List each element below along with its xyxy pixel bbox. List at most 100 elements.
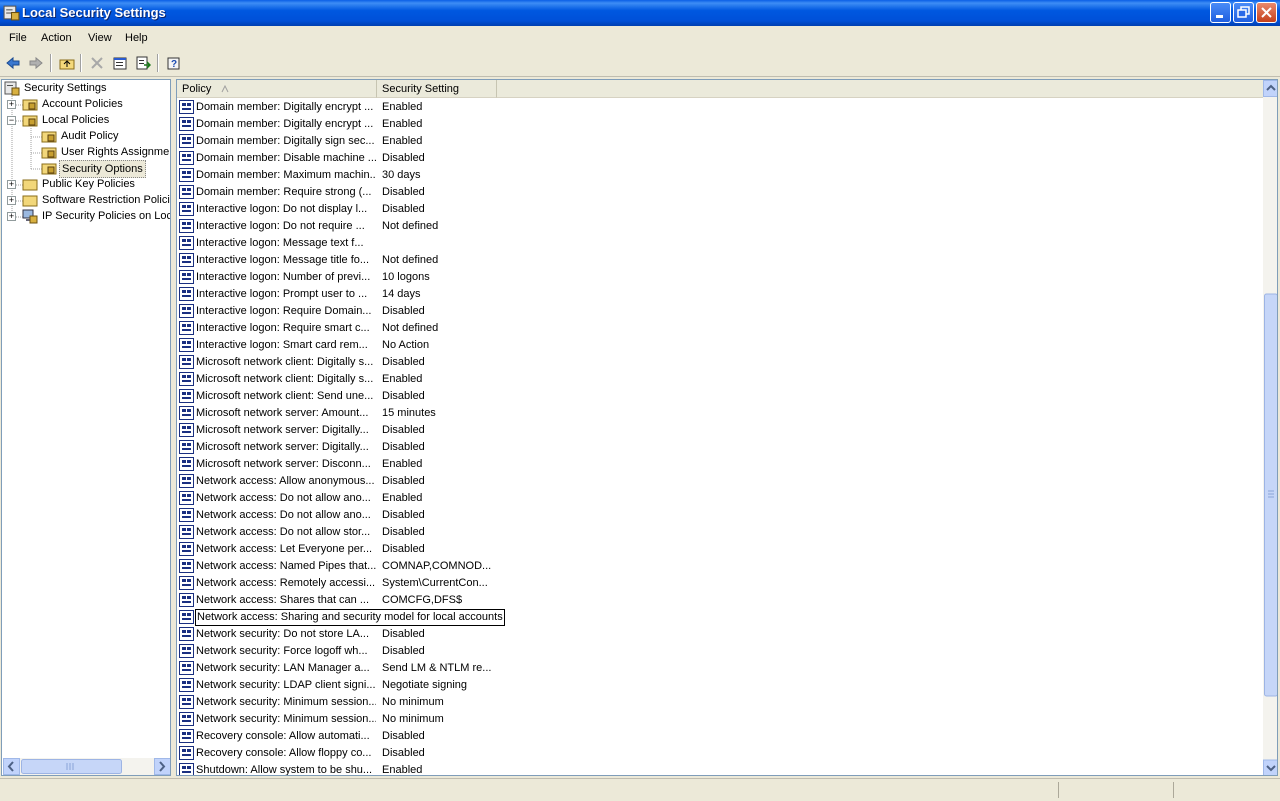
policy-name: Microsoft network client: Send une...	[196, 390, 374, 402]
security-setting-value: Enabled	[382, 764, 423, 776]
policy-row[interactable]: Interactive logon: Do not require ... Not…	[177, 218, 1262, 235]
policy-row[interactable]: Network access: Do not allow ano... Enabl…	[177, 490, 1262, 507]
policy-row[interactable]: Network access: Do not allow ano... Disab…	[177, 507, 1262, 524]
restore-button[interactable]	[1233, 2, 1254, 23]
policy-name: Network security: Do not store LA...	[196, 628, 370, 640]
window-title: Local Security Settings	[22, 5, 166, 20]
policy-row[interactable]: Network security: LAN Manager a... Send L…	[177, 660, 1262, 677]
policy-row[interactable]: Domain member: Disable machine ... Disabl…	[177, 150, 1262, 167]
policy-icon	[179, 559, 195, 574]
policy-icon	[179, 542, 195, 557]
close-button[interactable]	[1256, 2, 1277, 23]
security-setting-value: Disabled	[382, 747, 425, 759]
policy-name: Microsoft network server: Disconn...	[196, 458, 371, 470]
policy-row[interactable]: Network access: Sharing and security mod…	[177, 609, 1262, 626]
policy-row[interactable]: Network security: LDAP client signi... Ne…	[177, 677, 1262, 694]
menu-help[interactable]: Help	[125, 32, 148, 44]
security-settings-icon	[3, 5, 20, 21]
export-list-button[interactable]	[133, 53, 153, 73]
policy-row[interactable]: Network security: Minimum session... No m…	[177, 694, 1262, 711]
security-setting-value: Enabled	[382, 458, 423, 470]
policy-row[interactable]: Microsoft network client: Digitally s...…	[177, 371, 1262, 388]
policy-name: Interactive logon: Require Domain...	[196, 305, 372, 317]
menu-action[interactable]: Action	[41, 32, 72, 44]
policy-row[interactable]: Domain member: Digitally encrypt ... Enab…	[177, 116, 1262, 133]
menu-view[interactable]: View	[88, 32, 112, 44]
up-one-level-button[interactable]	[57, 53, 77, 73]
security-setting-value: Not defined	[382, 322, 439, 334]
policy-row[interactable]: Network access: Let Everyone per... Disab…	[177, 541, 1262, 558]
policy-row[interactable]: Recovery console: Allow floppy co... Disa…	[177, 745, 1262, 762]
expand-account-policies[interactable]: +	[7, 100, 16, 109]
policy-row[interactable]: Interactive logon: Require smart c... Not…	[177, 320, 1262, 337]
policy-row[interactable]: Interactive logon: Message text f...	[177, 235, 1262, 252]
forward-button[interactable]	[26, 53, 46, 73]
policy-row[interactable]: Network security: Do not store LA... Disa…	[177, 626, 1262, 643]
security-setting-value: Enabled	[382, 135, 423, 147]
policy-row[interactable]: Interactive logon: Prompt user to ... 14 …	[177, 286, 1262, 303]
policy-row[interactable]: Microsoft network client: Digitally s...…	[177, 354, 1262, 371]
policy-row[interactable]: Shutdown: Allow system to be shu... Enabl…	[177, 762, 1262, 776]
policy-icon	[179, 712, 195, 727]
up-folder-icon	[59, 59, 75, 70]
column-header-security-setting[interactable]: Security Setting	[377, 80, 497, 98]
security-setting-value: Enabled	[382, 373, 423, 385]
policy-row[interactable]: Microsoft network server: Disconn... Enab…	[177, 456, 1262, 473]
policy-list[interactable]: Policy Security Setting Domain member: D…	[176, 79, 1278, 776]
column-header-policy[interactable]: Policy	[177, 80, 377, 98]
security-setting-value: Enabled	[382, 492, 423, 504]
delete-button[interactable]	[87, 53, 107, 73]
collapse-local-policies[interactable]: −	[7, 116, 16, 125]
policy-icon	[179, 746, 195, 761]
expand-ip-security-policies[interactable]: +	[7, 212, 16, 221]
policy-name: Interactive logon: Smart card rem...	[196, 339, 368, 351]
policy-icon	[179, 287, 195, 302]
folder-lock-icon	[22, 115, 38, 127]
policy-row[interactable]: Interactive logon: Smart card rem... No A…	[177, 337, 1262, 354]
policy-row[interactable]: Domain member: Maximum machin... 30 days	[177, 167, 1262, 184]
policy-row[interactable]: Microsoft network server: Digitally... Di…	[177, 422, 1262, 439]
policy-icon	[179, 423, 195, 438]
policy-row[interactable]: Network access: Remotely accessi... Syste…	[177, 575, 1262, 592]
policy-row[interactable]: Network security: Force logoff wh... Disa…	[177, 643, 1262, 660]
policy-row[interactable]: Interactive logon: Do not display l... Di…	[177, 201, 1262, 218]
properties-button[interactable]	[110, 53, 130, 73]
help-button[interactable]: ?	[164, 53, 184, 73]
policy-icon	[179, 100, 195, 115]
expand-software-restriction-policies[interactable]: +	[7, 196, 16, 205]
list-vertical-scrollbar[interactable]	[1263, 80, 1277, 775]
policy-icon	[179, 151, 195, 166]
policy-name: Microsoft network server: Digitally...	[196, 441, 369, 453]
policy-icon	[179, 678, 195, 693]
expand-public-key-policies[interactable]: +	[7, 180, 16, 189]
policy-row[interactable]: Microsoft network server: Amount... 15 mi…	[177, 405, 1262, 422]
console-tree[interactable]: Security Settings + Account Policies − L…	[1, 79, 171, 776]
security-setting-value: Disabled	[382, 475, 425, 487]
minimize-button[interactable]	[1210, 2, 1231, 23]
policy-row[interactable]: Network access: Shares that can ... COMCF…	[177, 592, 1262, 609]
policy-row[interactable]: Network access: Allow anonymous... Disabl…	[177, 473, 1262, 490]
policy-row[interactable]: Network security: Minimum session... No m…	[177, 711, 1262, 728]
forward-icon	[29, 56, 43, 70]
policy-row[interactable]: Domain member: Digitally encrypt ... Enab…	[177, 99, 1262, 116]
policy-row[interactable]: Interactive logon: Number of previ... 10 …	[177, 269, 1262, 286]
policy-row[interactable]: Network access: Named Pipes that... COMNA…	[177, 558, 1262, 575]
policy-row[interactable]: Interactive logon: Message title fo... No…	[177, 252, 1262, 269]
security-setting-value: Negotiate signing	[382, 679, 468, 691]
policy-row[interactable]: Recovery console: Allow automati... Disab…	[177, 728, 1262, 745]
tree-horizontal-scrollbar[interactable]	[3, 758, 170, 775]
policy-row[interactable]: Interactive logon: Require Domain... Disa…	[177, 303, 1262, 320]
back-button[interactable]	[3, 53, 23, 73]
folder-lock-icon	[22, 99, 38, 111]
policy-row[interactable]: Domain member: Digitally sign sec... Enab…	[177, 133, 1262, 150]
menu-file[interactable]: File	[9, 32, 27, 44]
scrollbar-graphics	[1263, 80, 1277, 775]
tree-item-label: Audit Policy	[61, 130, 119, 142]
policy-row[interactable]: Microsoft network client: Send une... Dis…	[177, 388, 1262, 405]
policy-row[interactable]: Domain member: Require strong (... Disabl…	[177, 184, 1262, 201]
tree-item-label: Security Settings	[24, 82, 107, 94]
policy-name: Interactive logon: Message text f...	[196, 237, 364, 249]
policy-row[interactable]: Microsoft network server: Digitally... Di…	[177, 439, 1262, 456]
title-bar[interactable]: Local Security Settings	[0, 0, 1280, 26]
policy-row[interactable]: Network access: Do not allow stor... Disa…	[177, 524, 1262, 541]
